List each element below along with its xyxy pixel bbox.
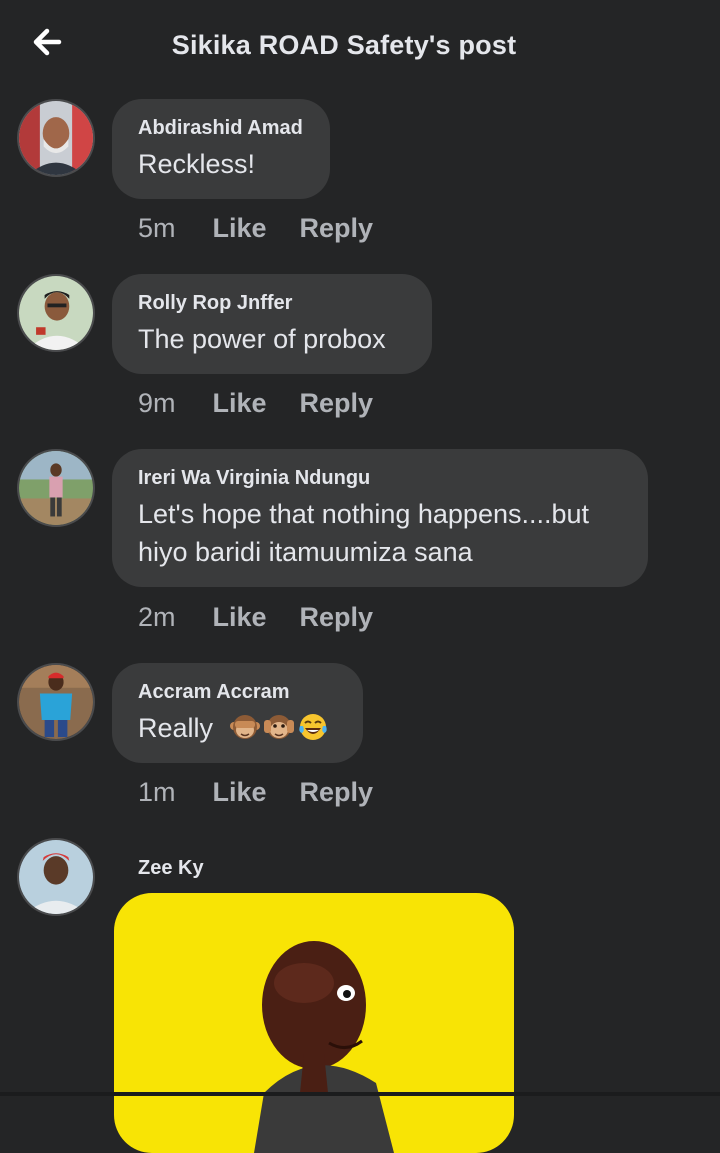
comment-text-line: hiyo baridi itamuumiza sana (138, 537, 473, 567)
reply-button[interactable]: Reply (300, 602, 374, 633)
tears-of-joy-icon (298, 714, 327, 740)
comment-time: 9m (138, 388, 176, 418)
comment-author[interactable]: Zee Ky (138, 856, 204, 880)
comment-bubble[interactable]: Ireri Wa Virginia Ndungu Let's hope that… (112, 449, 648, 587)
comment-actions: 2m Like Reply (138, 602, 406, 633)
comment-bubble[interactable]: Abdirashid Amad Reckless! (112, 99, 330, 199)
bottom-divider (0, 1092, 720, 1096)
comment-text: Reckless! (138, 149, 256, 179)
comment-time: 5m (138, 213, 176, 243)
avatar[interactable] (17, 663, 95, 741)
comment-author[interactable]: Accram Accram (138, 680, 337, 704)
comment-text: Let's hope that nothing happens....but h… (138, 495, 622, 571)
comment-actions: 9m Like Reply (138, 388, 406, 419)
page-title: Sikika ROAD Safety's post (171, 30, 517, 60)
like-button[interactable]: Like (213, 213, 267, 244)
avatar[interactable] (17, 274, 95, 352)
comment-text-row: Really (138, 709, 337, 747)
reply-button[interactable]: Reply (300, 213, 374, 244)
comment-actions: 5m Like Reply (138, 213, 406, 244)
comment-bubble[interactable]: Accram Accram Really (112, 663, 363, 763)
comment-time: 2m (138, 602, 176, 632)
comment-author[interactable]: Abdirashid Amad (138, 116, 304, 140)
reply-button[interactable]: Reply (300, 777, 374, 808)
reply-button[interactable]: Reply (300, 388, 374, 419)
hear-no-evil-monkey-icon (263, 715, 294, 739)
comment-author[interactable]: Ireri Wa Virginia Ndungu (138, 466, 622, 490)
header: Sikika ROAD Safety's post (0, 0, 720, 92)
comment-bubble[interactable]: Rolly Rop Jnffer The power of probox (112, 274, 432, 374)
like-button[interactable]: Like (213, 777, 267, 808)
comment-text: The power of probox (138, 324, 386, 354)
like-button[interactable]: Like (213, 388, 267, 419)
comment-author[interactable]: Rolly Rop Jnffer (138, 291, 406, 315)
comment-actions: 1m Like Reply (138, 777, 406, 808)
sticker-attachment[interactable] (114, 893, 514, 1153)
see-no-evil-monkey-icon (229, 715, 260, 739)
comment-text: Really (138, 713, 214, 743)
avatar[interactable] (17, 838, 95, 916)
avatar[interactable] (17, 99, 95, 177)
comment-text-line: Let's hope that nothing happens....but (138, 499, 590, 529)
like-button[interactable]: Like (213, 602, 267, 633)
avatar[interactable] (17, 449, 95, 527)
comment-time: 1m (138, 777, 176, 807)
sticker-image (254, 941, 394, 1153)
